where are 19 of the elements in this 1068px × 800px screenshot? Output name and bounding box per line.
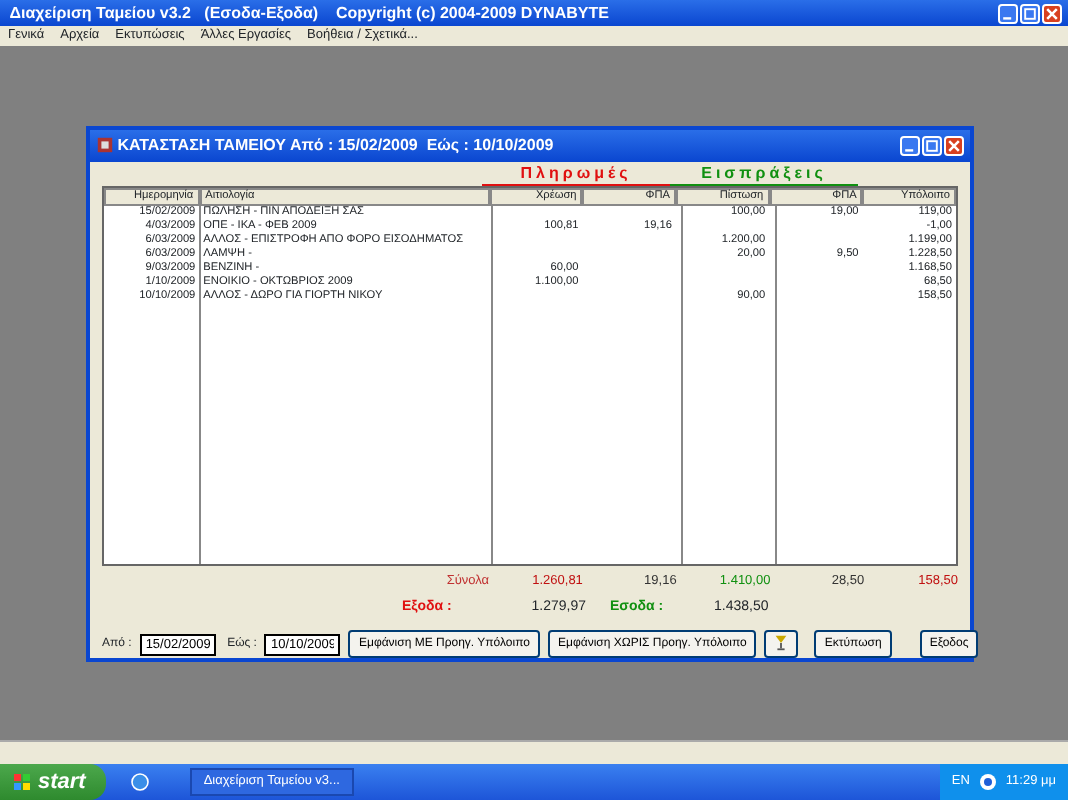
window-title: ΚΑΤΑΣΤΑΣΗ ΤΑΜΕΙΟΥ Από : 15/02/2009 Εώς : 10/10/2009 xyxy=(117,133,554,158)
close-button[interactable] xyxy=(1042,3,1062,23)
start-button[interactable]: start xyxy=(0,764,106,800)
maximize-icon xyxy=(924,137,940,154)
tool-button[interactable] xyxy=(764,630,799,658)
close-icon xyxy=(1044,5,1060,21)
close-button[interactable] xyxy=(944,135,964,156)
window-title: Διαχείριση Ταμείου v3.2 (Εσοδα-Εξοδα) Copyright (c) 2004-2009 DYNABYTE xyxy=(9,1,609,25)
windows-logo-icon xyxy=(12,772,32,792)
maximize-button[interactable] xyxy=(922,135,942,156)
app-icon xyxy=(96,136,114,155)
network-icon xyxy=(977,772,998,792)
minimize-button[interactable] xyxy=(900,135,920,156)
browser-icon xyxy=(129,772,150,792)
glass-icon xyxy=(772,633,791,652)
maximize-icon xyxy=(1022,5,1038,21)
minimize-button[interactable] xyxy=(998,3,1018,23)
close-icon xyxy=(946,137,962,154)
maximize-button[interactable] xyxy=(1020,3,1040,23)
